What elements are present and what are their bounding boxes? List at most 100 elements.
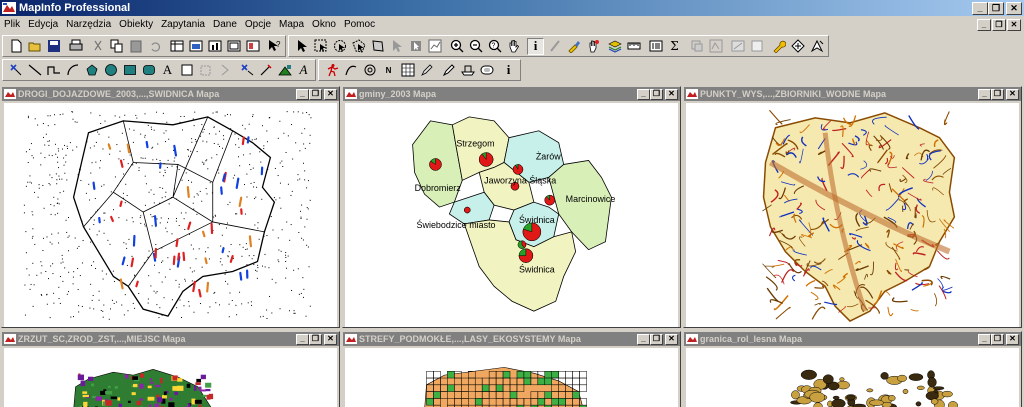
marquee-select-icon[interactable] [312, 38, 329, 55]
clip-region-icon[interactable] [688, 38, 705, 55]
map-canvas-zrzut[interactable] [4, 348, 337, 407]
zoom-out-icon[interactable] [467, 38, 484, 55]
help-pointer-icon[interactable]: ? [265, 38, 282, 55]
map-window-granica[interactable]: granica_rol_lesna Mapa _ ❐ ✕ [683, 331, 1022, 407]
map-window-zrzut[interactable]: ZRZUT_SC,ZROD_ZST,...,MIEJSC Mapa _ ❐ ✕ [1, 331, 340, 407]
object-info-icon[interactable]: i [500, 62, 517, 79]
map-canvas-punkty[interactable] [686, 103, 1019, 327]
map-window-gminy[interactable]: gminy_2003 Mapa _ ❐ ✕ Strzegom Żarów Dob… [342, 86, 681, 328]
tools-wrench-icon[interactable] [770, 38, 787, 55]
invert-selection-icon[interactable] [407, 38, 424, 55]
radius-select-icon[interactable] [331, 38, 348, 55]
map-window-strefy-minimize-button[interactable]: _ [637, 333, 650, 345]
maximize-button[interactable]: ❐ [988, 1, 1004, 15]
drag-map-icon[interactable] [584, 38, 601, 55]
legend-icon[interactable] [647, 38, 664, 55]
runner-icon[interactable] [323, 62, 340, 79]
digitize-pen-icon[interactable] [440, 62, 457, 79]
map-canvas-strefy[interactable] [345, 348, 678, 407]
hand-draw-icon[interactable] [342, 62, 359, 79]
map-window-zrzut-titlebar[interactable]: ZRZUT_SC,ZROD_ZST,...,MIEJSC Mapa _ ❐ ✕ [2, 332, 339, 346]
change-view-icon[interactable]: ? [486, 38, 503, 55]
map-window-strefy-titlebar[interactable]: STREFY_PODMOKŁE,...,LASY_EKOSYSTEMY Mapa… [343, 332, 680, 346]
map-window-drogi[interactable]: DROGI_DOJAZDOWE_2003,...,SWIDNICA Mapa _… [1, 86, 340, 328]
hotlink-icon[interactable] [546, 38, 563, 55]
map-window-granica-maximize-button[interactable]: ❐ [991, 333, 1004, 345]
map-window-punkty-minimize-button[interactable]: _ [978, 88, 991, 100]
save-icon[interactable] [45, 38, 62, 55]
paste-icon[interactable] [127, 38, 144, 55]
map-canvas-granica[interactable] [686, 348, 1019, 407]
new-layout-icon[interactable] [225, 38, 242, 55]
menu-opcje[interactable]: Opcje [241, 19, 275, 30]
map-window-strefy[interactable]: STREFY_PODMOKŁE,...,LASY_EKOSYSTEMY Mapa… [342, 331, 681, 407]
line-style-icon[interactable] [238, 62, 255, 79]
label-tool-icon[interactable] [565, 38, 582, 55]
text-style-icon[interactable]: A [295, 62, 312, 79]
new-browser-icon[interactable] [168, 38, 185, 55]
map-window-punkty-titlebar[interactable]: PUNKTY_WYS,...,ZBIORNIKI_WODNE Mapa _ ❐ … [684, 87, 1021, 101]
map-window-drogi-titlebar[interactable]: DROGI_DOJAZDOWE_2003,...,SWIDNICA Mapa _… [2, 87, 339, 101]
map-window-gminy-titlebar[interactable]: gminy_2003 Mapa _ ❐ ✕ [343, 87, 680, 101]
map-window-punkty-maximize-button[interactable]: ❐ [991, 88, 1004, 100]
map-window-zrzut-close-button[interactable]: ✕ [324, 333, 337, 345]
layer-control-icon[interactable] [606, 38, 623, 55]
map-window-punkty[interactable]: PUNKTY_WYS,...,ZBIORNIKI_WODNE Mapa _ ❐ … [683, 86, 1022, 328]
symbol-tool-icon[interactable] [7, 62, 24, 79]
close-button[interactable]: ✕ [1006, 1, 1022, 15]
menu-plik[interactable]: Plik [0, 19, 24, 30]
map-window-zrzut-maximize-button[interactable]: ❐ [309, 333, 322, 345]
map-window-punkty-close-button[interactable]: ✕ [1006, 88, 1019, 100]
map-window-gminy-maximize-button[interactable]: ❐ [650, 88, 663, 100]
boat-icon[interactable] [459, 62, 476, 79]
frame-tool-icon[interactable] [178, 62, 195, 79]
reshape-tool-icon[interactable] [197, 62, 214, 79]
line-tool-icon[interactable] [26, 62, 43, 79]
map-window-drogi-close-button[interactable]: ✕ [324, 88, 337, 100]
grid-icon[interactable] [399, 62, 416, 79]
map-window-zrzut-minimize-button[interactable]: _ [296, 333, 309, 345]
north-arrow-icon[interactable] [808, 38, 825, 55]
map-window-gminy-close-button[interactable]: ✕ [665, 88, 678, 100]
open-folder-icon[interactable] [26, 38, 43, 55]
print-icon[interactable] [67, 38, 84, 55]
copy-icon[interactable] [108, 38, 125, 55]
erase-icon[interactable] [748, 38, 765, 55]
set-target-icon[interactable] [707, 38, 724, 55]
symbol-style-icon[interactable] [276, 62, 293, 79]
text-tool-icon[interactable]: A [159, 62, 176, 79]
rectangle-tool-icon[interactable] [121, 62, 138, 79]
cut-icon[interactable] [89, 38, 106, 55]
new-icon[interactable] [7, 38, 24, 55]
undo-icon[interactable] [146, 38, 163, 55]
rounded-rectangle-tool-icon[interactable] [140, 62, 157, 79]
statistics-icon[interactable]: Σ [666, 38, 683, 55]
map-canvas-drogi[interactable] [4, 103, 337, 327]
menu-dane[interactable]: Dane [209, 19, 241, 30]
ellipse-tool-icon[interactable] [102, 62, 119, 79]
boundary-select-icon[interactable] [369, 38, 386, 55]
arc-tool-icon[interactable] [64, 62, 81, 79]
menu-okno[interactable]: Okno [308, 19, 340, 30]
menu-obiekty[interactable]: Obiekty [115, 19, 157, 30]
map-window-granica-titlebar[interactable]: granica_rol_lesna Mapa _ ❐ ✕ [684, 332, 1021, 346]
scale-bar-icon[interactable] [789, 38, 806, 55]
add-node-icon[interactable] [216, 62, 233, 79]
select-arrow-icon[interactable] [293, 38, 310, 55]
pencil-icon[interactable] [418, 62, 435, 79]
split-icon[interactable] [729, 38, 746, 55]
new-redistricter-icon[interactable] [244, 38, 261, 55]
new-grapher-icon[interactable] [206, 38, 223, 55]
target-icon[interactable] [361, 62, 378, 79]
ruler-icon[interactable] [625, 38, 642, 55]
menu-mapa[interactable]: Mapa [275, 19, 308, 30]
mdi-restore-button[interactable]: ❐ [992, 18, 1006, 31]
map-window-granica-close-button[interactable]: ✕ [1006, 333, 1019, 345]
mdi-minimize-button[interactable]: _ [977, 18, 991, 31]
new-mapper-icon[interactable] [187, 38, 204, 55]
polygon-tool-icon[interactable] [83, 62, 100, 79]
title-bar[interactable]: MapInfo Professional _ ❐ ✕ [0, 0, 1024, 16]
minimize-button[interactable]: _ [972, 1, 988, 15]
menu-narzedzia[interactable]: Narzędzia [62, 19, 115, 30]
map-window-drogi-maximize-button[interactable]: ❐ [309, 88, 322, 100]
